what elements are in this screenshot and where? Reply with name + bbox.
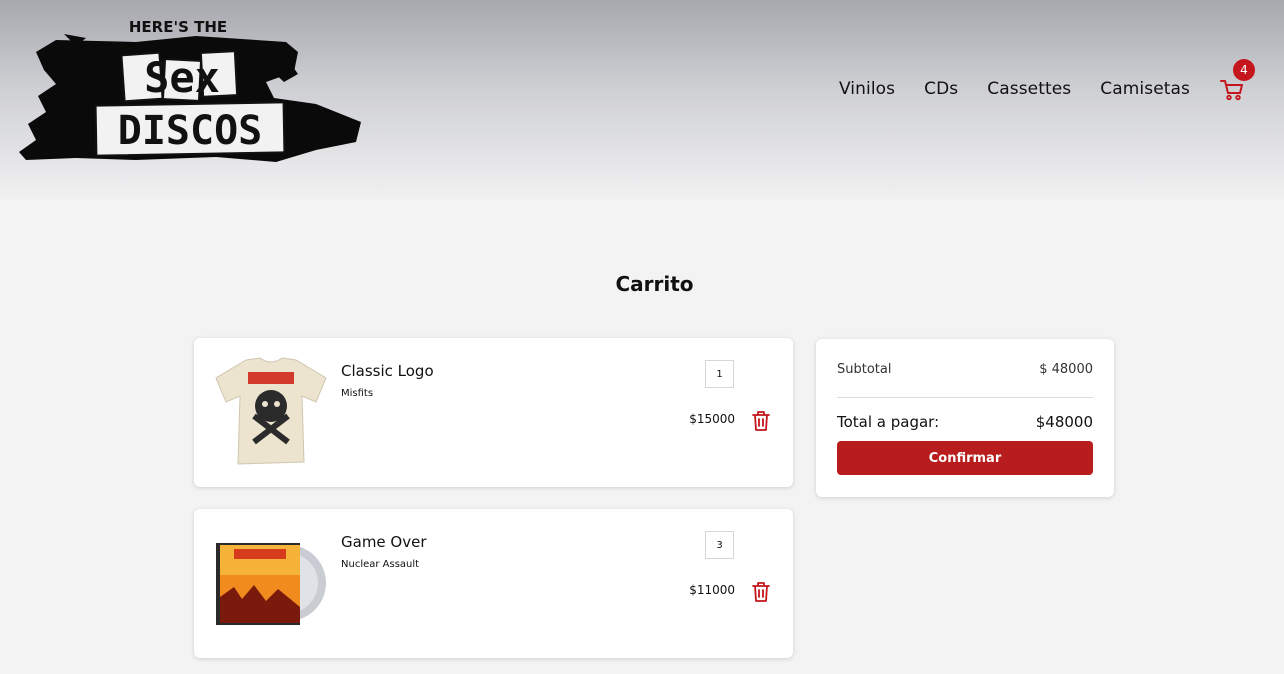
subtotal-row: Subtotal $ 48000 xyxy=(837,362,1093,377)
page-title: Carrito xyxy=(615,272,694,296)
item-name[interactable]: Classic Logo xyxy=(341,362,434,380)
divider xyxy=(837,397,1093,398)
trash-icon xyxy=(752,411,770,431)
site-header: HERE'S THE Sex DISCOS Vinilos CDs Casset… xyxy=(0,0,1284,200)
product-image-shirt xyxy=(215,357,327,465)
nav-item-cds[interactable]: CDs xyxy=(924,79,958,99)
trash-icon xyxy=(752,582,770,602)
total-row: Total a pagar: $48000 xyxy=(837,413,1093,431)
cart-count-badge: 4 xyxy=(1233,59,1255,81)
total-label: Total a pagar: xyxy=(837,413,940,431)
item-artist: Misfits xyxy=(341,388,374,399)
cart-item: Game Over Nuclear Assault $11000 xyxy=(194,509,793,658)
nav-item-cassettes[interactable]: Cassettes xyxy=(987,79,1071,99)
item-name[interactable]: Game Over xyxy=(341,533,427,551)
delete-item-button[interactable] xyxy=(751,581,771,603)
nav-item-vinilos[interactable]: Vinilos xyxy=(839,79,895,99)
site-logo[interactable]: HERE'S THE Sex DISCOS xyxy=(16,12,366,172)
subtotal-value: $ 48000 xyxy=(1039,362,1093,377)
shopping-cart-icon xyxy=(1220,80,1243,101)
item-price: $15000 xyxy=(689,412,735,426)
product-image-cd xyxy=(216,543,326,625)
total-value: $48000 xyxy=(1035,413,1093,431)
order-summary: Subtotal $ 48000 Total a pagar: $48000 C… xyxy=(816,339,1114,497)
quantity-input[interactable] xyxy=(705,531,734,559)
svg-text:HERE'S THE: HERE'S THE xyxy=(129,18,227,36)
item-artist: Nuclear Assault xyxy=(341,559,420,570)
logo-graphic: HERE'S THE Sex DISCOS xyxy=(19,18,361,162)
svg-text:Sex: Sex xyxy=(144,53,220,102)
quantity-input[interactable] xyxy=(705,360,734,388)
nav-item-camisetas[interactable]: Camisetas xyxy=(1100,79,1190,99)
confirm-button[interactable]: Confirmar xyxy=(837,441,1093,475)
cart-button[interactable]: 4 xyxy=(1220,59,1255,101)
svg-text:DISCOS: DISCOS xyxy=(118,108,263,154)
t-shirt-image[interactable] xyxy=(214,356,328,468)
subtotal-label: Subtotal xyxy=(837,362,892,377)
main-nav: Vinilos CDs Cassettes Camisetas 4 xyxy=(810,59,1255,102)
delete-item-button[interactable] xyxy=(751,410,771,432)
cart-item: Classic Logo Misfits $15000 xyxy=(194,338,793,487)
item-price: $11000 xyxy=(689,583,735,597)
cd-album-image[interactable] xyxy=(214,527,328,639)
